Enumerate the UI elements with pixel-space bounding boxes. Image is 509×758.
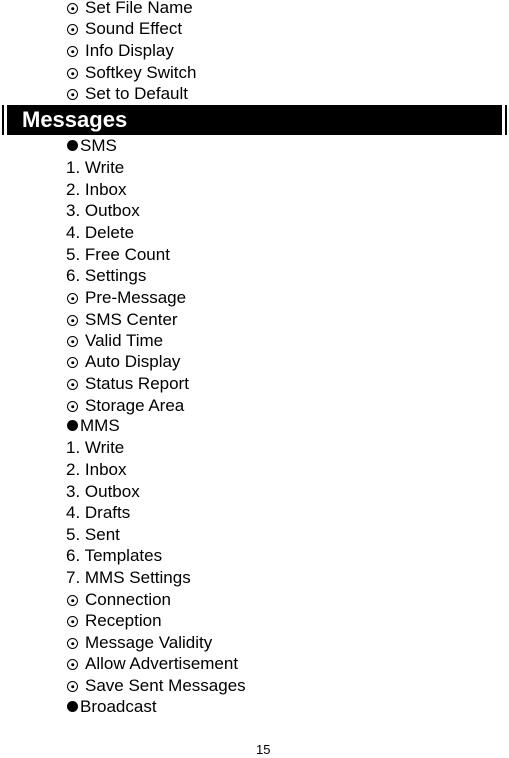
list-item-label: Set File Name	[85, 0, 193, 17]
section-title: Messages	[22, 107, 128, 132]
mms-item: 2. Inbox	[66, 460, 127, 479]
setting-label: SMS Center	[85, 310, 178, 329]
mms-item: 1. Write	[66, 438, 125, 457]
sms-item: 6. Settings	[66, 266, 147, 285]
mms-heading: MMS	[66, 416, 120, 436]
radio-dot-icon	[67, 89, 78, 100]
setting-label: Message Validity	[85, 633, 213, 652]
radio-dot-icon	[67, 595, 78, 606]
list-item-softkey-switch: Softkey Switch	[66, 63, 197, 83]
setting-label: Valid Time	[85, 331, 164, 350]
radio-dot-icon	[67, 379, 78, 390]
radio-dot-icon	[67, 638, 78, 649]
list-item-label: Set to Default	[85, 84, 189, 103]
setting-label: Status Report	[85, 374, 189, 393]
radio-dot-icon	[67, 659, 78, 670]
mms-item: 5. Sent	[66, 525, 120, 544]
sms-setting: Pre-Message	[66, 288, 186, 308]
sms-item: 5. Free Count	[66, 245, 170, 264]
heading-label: SMS	[80, 136, 117, 155]
mms-setting: Connection	[66, 590, 171, 610]
sms-setting: Storage Area	[66, 396, 184, 416]
radio-dot-icon	[67, 401, 78, 412]
mms-setting: Reception	[66, 611, 162, 631]
mms-item: 6. Templates	[66, 546, 163, 565]
list-item-set-to-default: Set to Default	[66, 84, 188, 104]
heading-label: Broadcast	[80, 697, 157, 716]
broadcast-heading: Broadcast	[66, 697, 157, 717]
mms-setting: Save Sent Messages	[66, 676, 246, 696]
sms-setting: SMS Center	[66, 310, 178, 330]
setting-label: Auto Display	[85, 352, 181, 371]
sms-item: 3. Outbox	[66, 201, 140, 220]
radio-dot-icon	[67, 46, 78, 57]
radio-dot-icon	[67, 293, 78, 304]
radio-dot-icon	[67, 357, 78, 368]
bar-edge-right	[502, 105, 507, 135]
radio-dot-icon	[67, 315, 78, 326]
radio-dot-icon	[67, 3, 78, 14]
bar-edge-left	[2, 105, 7, 135]
radio-dot-icon	[67, 616, 78, 627]
page-number: 15	[256, 742, 271, 757]
setting-label: Pre-Message	[85, 288, 187, 307]
setting-label: Storage Area	[85, 396, 185, 415]
list-item-info-display: Info Display	[66, 41, 174, 61]
mms-item: 7. MMS Settings	[66, 568, 191, 587]
bullet-icon	[67, 140, 78, 151]
sms-item: 1. Write	[66, 158, 125, 177]
setting-label: Save Sent Messages	[85, 676, 246, 695]
heading-label: MMS	[80, 416, 120, 435]
bullet-icon	[67, 420, 78, 431]
sms-setting: Auto Display	[66, 352, 180, 372]
sms-setting: Valid Time	[66, 331, 163, 351]
sms-item: 2. Inbox	[66, 180, 127, 199]
setting-label: Connection	[85, 590, 172, 609]
list-item-set-file-name: Set File Name	[66, 0, 193, 18]
mms-setting: Allow Advertisement	[66, 654, 238, 674]
list-item-label: Softkey Switch	[85, 63, 197, 82]
mms-item: 4. Drafts	[66, 503, 131, 522]
sms-item: 4. Delete	[66, 223, 135, 242]
list-item-sound-effect: Sound Effect	[66, 19, 182, 39]
sms-setting: Status Report	[66, 374, 189, 394]
list-item-label: Info Display	[85, 41, 174, 60]
setting-label: Reception	[85, 611, 162, 630]
mms-item: 3. Outbox	[66, 482, 140, 501]
section-heading-bar: Messages	[2, 105, 507, 135]
radio-dot-icon	[67, 68, 78, 79]
radio-dot-icon	[67, 681, 78, 692]
radio-dot-icon	[67, 336, 78, 347]
radio-dot-icon	[67, 24, 78, 35]
mms-setting: Message Validity	[66, 633, 212, 653]
list-item-label: Sound Effect	[85, 19, 183, 38]
bullet-icon	[67, 701, 78, 712]
sms-heading: SMS	[66, 136, 117, 156]
setting-label: Allow Advertisement	[85, 654, 239, 673]
